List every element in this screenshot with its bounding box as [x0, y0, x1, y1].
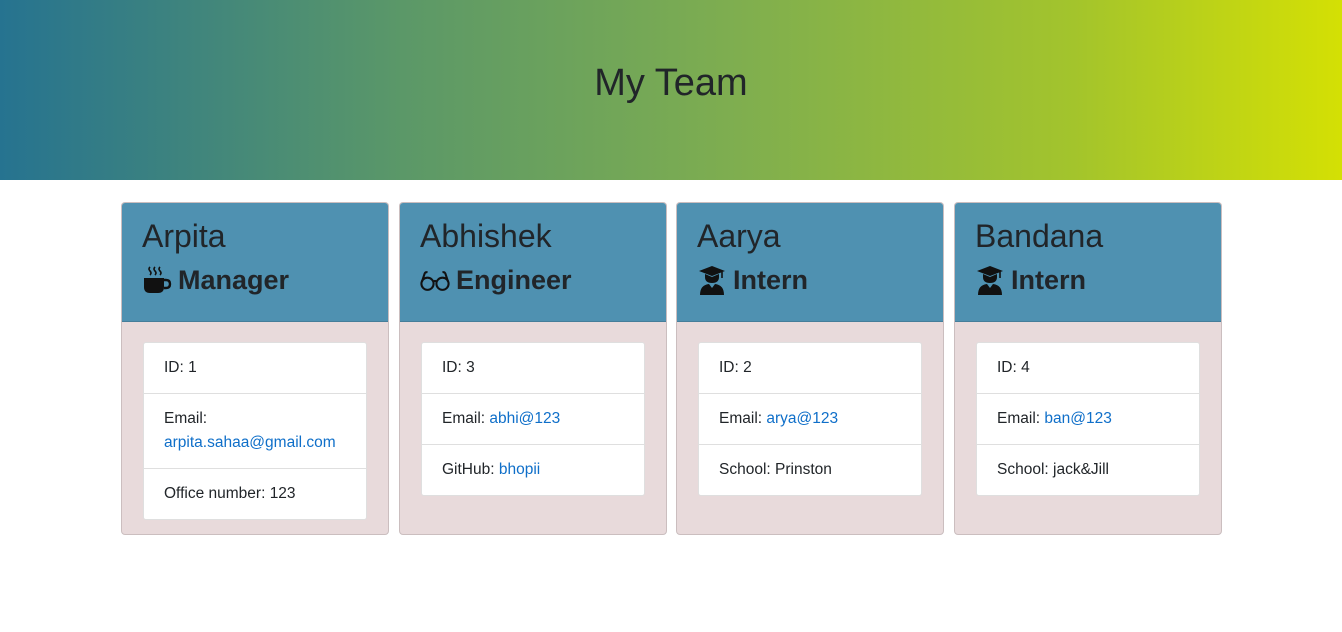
id-row: ID: 4 — [977, 343, 1199, 394]
id-label: ID: — [719, 359, 744, 376]
coffee-icon — [142, 265, 172, 295]
email-row: Email: arpita.sahaa@gmail.com — [144, 394, 366, 469]
detail-list: ID: 1 Email: arpita.sahaa@gmail.com Offi… — [143, 342, 367, 520]
page-title: My Team — [594, 61, 748, 104]
email-row: Email: ban@123 — [977, 394, 1199, 445]
graduate-icon — [697, 265, 727, 295]
email-label: Email: — [164, 410, 208, 427]
employee-card: Arpita Manager ID: 1 Email: arpita.sahaa… — [121, 202, 389, 535]
office-number-row: Office number: 123 — [144, 469, 366, 519]
card-body: ID: 4 Email: ban@123 School: jack&Jill — [955, 322, 1221, 516]
id-label: ID: — [997, 359, 1022, 376]
email-link[interactable]: arpita.sahaa@gmail.com — [164, 434, 336, 451]
card-header: Aarya Intern — [677, 203, 943, 322]
employee-name: Bandana — [975, 218, 1104, 254]
employee-name: Aarya — [697, 218, 781, 254]
page-header: My Team — [0, 0, 1342, 180]
employee-card: Abhishek Engineer ID: 3 Email: abhi@123 … — [399, 202, 667, 535]
card-body: ID: 2 Email: arya@123 School: Prinston — [677, 322, 943, 516]
office-number-value: 123 — [269, 485, 296, 502]
card-header: Abhishek Engineer — [400, 203, 666, 322]
employee-role: Engineer — [420, 263, 646, 297]
id-value: 2 — [743, 359, 752, 376]
glasses-icon — [420, 265, 450, 295]
role-label: Intern — [1011, 265, 1087, 295]
school-row: School: Prinston — [699, 445, 921, 495]
github-label: GitHub: — [442, 461, 499, 478]
detail-list: ID: 4 Email: ban@123 School: jack&Jill — [976, 342, 1200, 496]
id-value: 1 — [188, 359, 197, 376]
email-link[interactable]: ban@123 — [1044, 410, 1111, 427]
email-link[interactable]: arya@123 — [766, 410, 838, 427]
employee-name: Abhishek — [420, 218, 552, 254]
email-row: Email: abhi@123 — [422, 394, 644, 445]
role-label: Engineer — [456, 265, 572, 295]
email-link[interactable]: abhi@123 — [489, 410, 560, 427]
school-label: School: — [997, 461, 1054, 478]
email-label: Email: — [719, 410, 767, 427]
employee-name: Arpita — [142, 218, 226, 254]
role-label: Manager — [178, 265, 290, 295]
email-label: Email: — [997, 410, 1045, 427]
school-value: jack&Jill — [1053, 461, 1109, 478]
school-row: School: jack&Jill — [977, 445, 1199, 495]
github-row: GitHub: bhopii — [422, 445, 644, 495]
role-label: Intern — [733, 265, 809, 295]
id-value: 3 — [466, 359, 475, 376]
graduate-icon — [975, 265, 1005, 295]
card-body: ID: 3 Email: abhi@123 GitHub: bhopii — [400, 322, 666, 516]
id-label: ID: — [442, 359, 467, 376]
detail-list: ID: 3 Email: abhi@123 GitHub: bhopii — [421, 342, 645, 496]
employee-role: Intern — [975, 263, 1201, 297]
card-body: ID: 1 Email: arpita.sahaa@gmail.com Offi… — [122, 322, 388, 534]
employee-role: Manager — [142, 263, 368, 297]
email-label: Email: — [442, 410, 490, 427]
id-row: ID: 2 — [699, 343, 921, 394]
school-value: Prinston — [775, 461, 832, 478]
office-number-label: Office number: — [164, 485, 270, 502]
id-row: ID: 1 — [144, 343, 366, 394]
card-header: Bandana Intern — [955, 203, 1221, 322]
card-header: Arpita Manager — [122, 203, 388, 322]
employee-card: Aarya Intern ID: 2 Email: arya@123 Schoo… — [676, 202, 944, 535]
id-label: ID: — [164, 359, 189, 376]
team-cards: Arpita Manager ID: 1 Email: arpita.sahaa… — [121, 202, 1222, 535]
school-label: School: — [719, 461, 776, 478]
employee-card: Bandana Intern ID: 4 Email: ban@123 Scho… — [954, 202, 1222, 535]
employee-role: Intern — [697, 263, 923, 297]
email-row: Email: arya@123 — [699, 394, 921, 445]
github-link[interactable]: bhopii — [499, 461, 540, 478]
detail-list: ID: 2 Email: arya@123 School: Prinston — [698, 342, 922, 496]
id-value: 4 — [1021, 359, 1030, 376]
id-row: ID: 3 — [422, 343, 644, 394]
